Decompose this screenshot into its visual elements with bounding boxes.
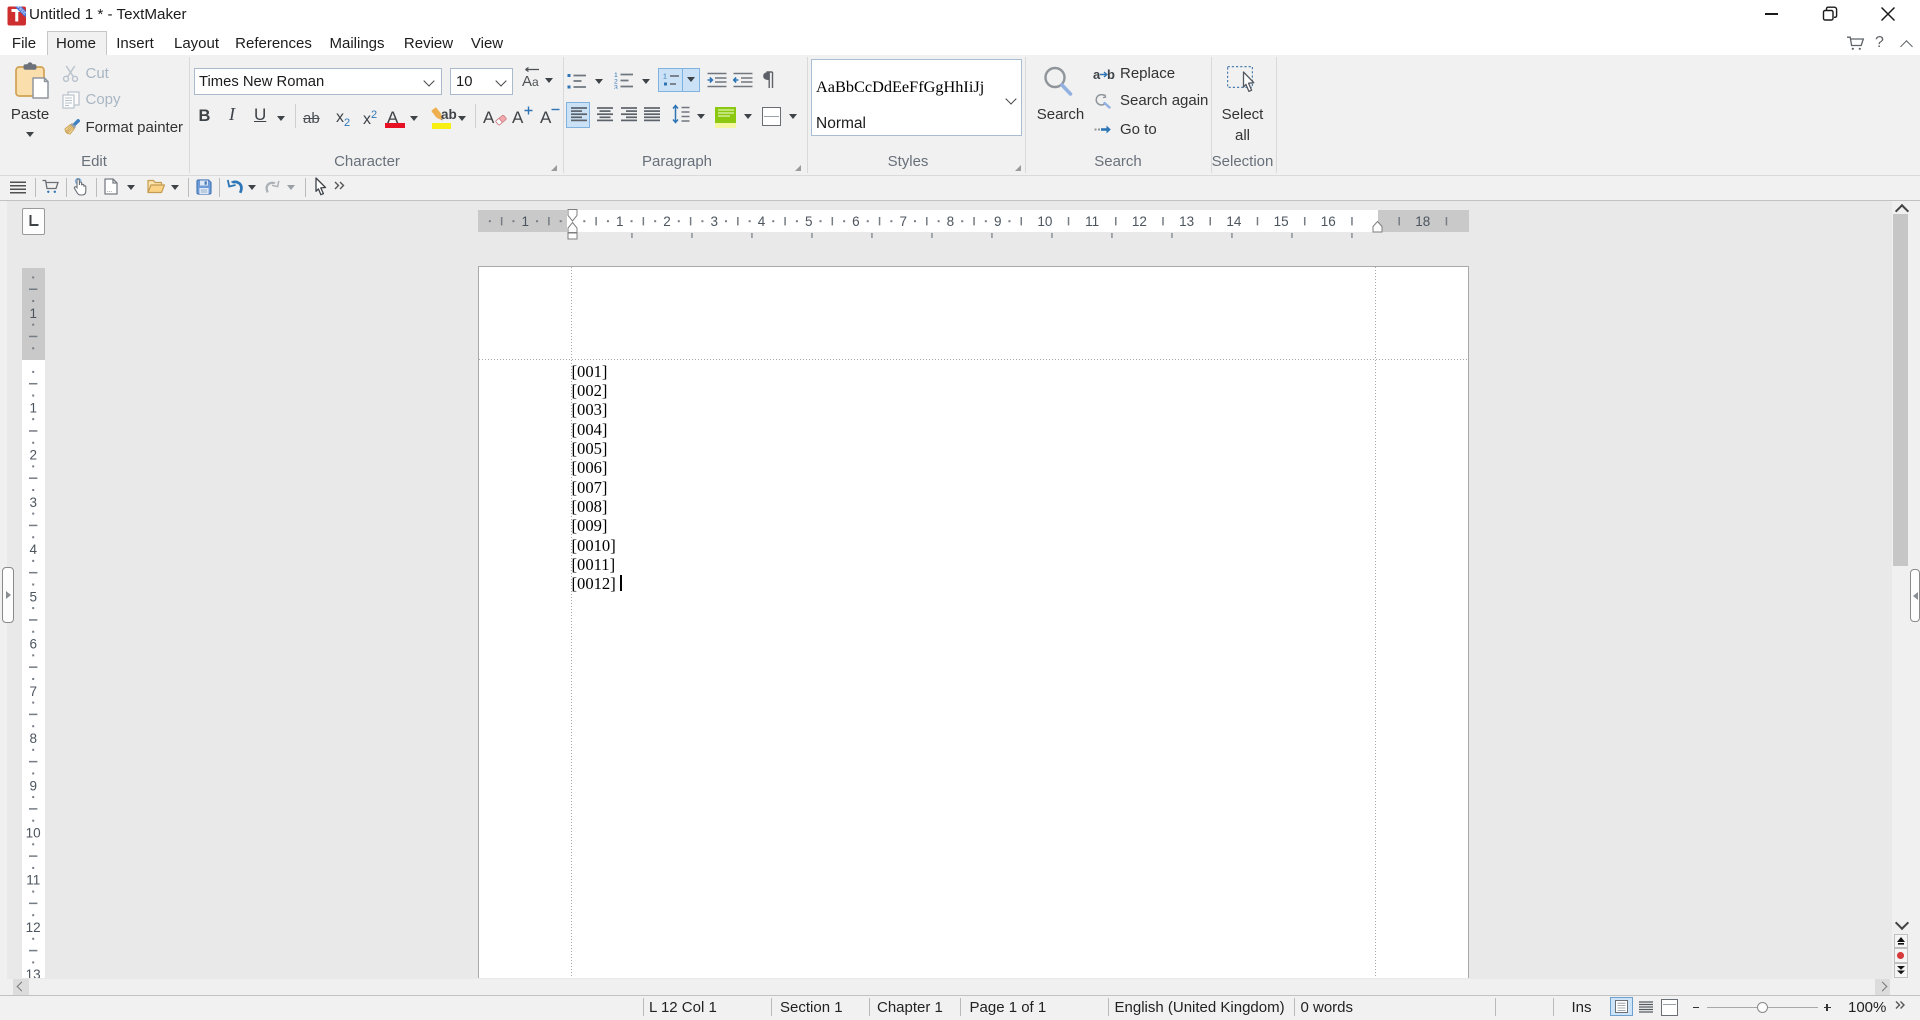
svg-text:12: 12 [1131,214,1146,229]
svg-text:9: 9 [29,778,37,793]
svg-text:3: 3 [614,84,618,88]
svg-text:1: 1 [615,214,623,229]
svg-text:3: 3 [710,214,718,229]
svg-text:11: 11 [1085,214,1099,229]
svg-text:16: 16 [1320,214,1335,229]
svg-text:1: 1 [663,73,667,80]
svg-text:6: 6 [852,214,860,229]
svg-text:2: 2 [29,447,37,462]
svg-text:15: 15 [1273,214,1288,229]
svg-text:9: 9 [993,214,1001,229]
svg-text:7: 7 [899,214,907,229]
svg-text:18: 18 [1415,214,1430,229]
svg-text:12: 12 [26,920,41,935]
svg-text:4: 4 [29,542,37,557]
svg-text:14: 14 [1226,214,1242,229]
svg-text:5: 5 [804,214,812,229]
svg-text:13: 13 [26,967,41,978]
svg-text:13: 13 [1179,214,1194,229]
svg-text:2: 2 [663,214,671,229]
svg-text:8: 8 [29,731,37,746]
svg-text:11: 11 [26,872,40,887]
svg-text:10: 10 [1037,214,1052,229]
svg-text:10: 10 [26,825,41,840]
svg-text:...: ... [107,188,112,194]
svg-text:1: 1 [29,305,37,320]
svg-text:1: 1 [521,214,529,229]
svg-text:1: 1 [29,400,37,415]
svg-text:4: 4 [757,214,765,229]
svg-text:8: 8 [946,214,954,229]
svg-text:6: 6 [29,636,37,651]
svg-text:3: 3 [29,494,37,509]
svg-text:5: 5 [29,589,37,604]
svg-text:7: 7 [29,683,37,698]
